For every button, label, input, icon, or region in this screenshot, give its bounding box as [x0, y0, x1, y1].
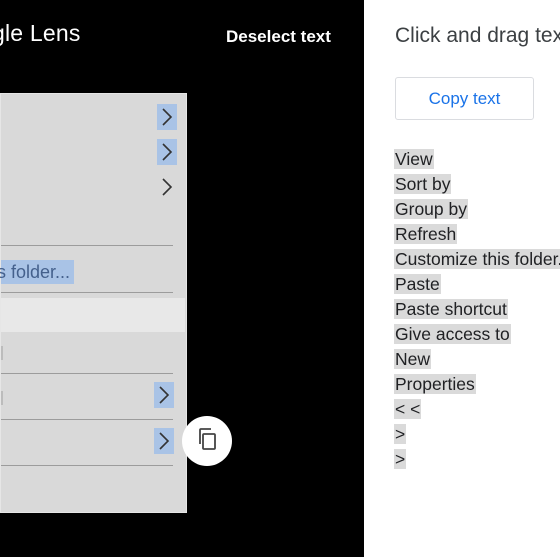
- list-item[interactable]: Customize this folder...: [394, 247, 560, 272]
- chevron-right-icon: [161, 177, 173, 197]
- list-item[interactable]: Sort by: [394, 172, 560, 197]
- extracted-text-list: View Sort by Group by Refresh Customize …: [394, 147, 560, 472]
- list-item[interactable]: Properties: [394, 372, 560, 397]
- list-item[interactable]: Paste shortcut: [394, 297, 560, 322]
- menu-separator: [1, 292, 173, 293]
- lens-image-pane: gle Lens Deselect text s folder...: [0, 0, 364, 557]
- menu-separator: [1, 419, 173, 420]
- text-fragment: [1, 346, 3, 360]
- copy-fab-button[interactable]: [182, 416, 232, 466]
- deselect-text-button[interactable]: Deselect text: [226, 27, 331, 47]
- menu-separator: [1, 245, 173, 246]
- list-item[interactable]: Paste: [394, 272, 560, 297]
- chevron-right-icon: [158, 431, 170, 451]
- menu-row-hover[interactable]: [1, 298, 185, 332]
- google-lens-logo: gle Lens: [0, 20, 81, 46]
- menu-separator: [1, 465, 173, 466]
- chevron-right-icon: [161, 107, 173, 127]
- list-item[interactable]: Give access to: [394, 322, 560, 347]
- customize-folder-text: s folder...: [0, 262, 71, 282]
- list-item[interactable]: < <: [394, 397, 560, 422]
- text-fragment: [1, 391, 3, 405]
- customize-folder-highlight[interactable]: s folder...: [0, 260, 75, 284]
- list-item[interactable]: >: [394, 447, 560, 472]
- chevron-right-icon: [161, 142, 173, 162]
- list-item[interactable]: New: [394, 347, 560, 372]
- chevron-right-icon: [158, 385, 170, 405]
- text-results-pane: Click and drag text Copy text View Sort …: [364, 0, 560, 557]
- instruction-text: Click and drag text: [395, 24, 560, 47]
- list-item[interactable]: Group by: [394, 197, 560, 222]
- menu-separator: [1, 373, 173, 374]
- list-item[interactable]: >: [394, 422, 560, 447]
- list-item[interactable]: Refresh: [394, 222, 560, 247]
- copy-text-button[interactable]: Copy text: [395, 77, 534, 120]
- copy-icon: [196, 427, 218, 456]
- list-item[interactable]: View: [394, 147, 560, 172]
- context-menu-screenshot[interactable]: s folder...: [0, 93, 187, 513]
